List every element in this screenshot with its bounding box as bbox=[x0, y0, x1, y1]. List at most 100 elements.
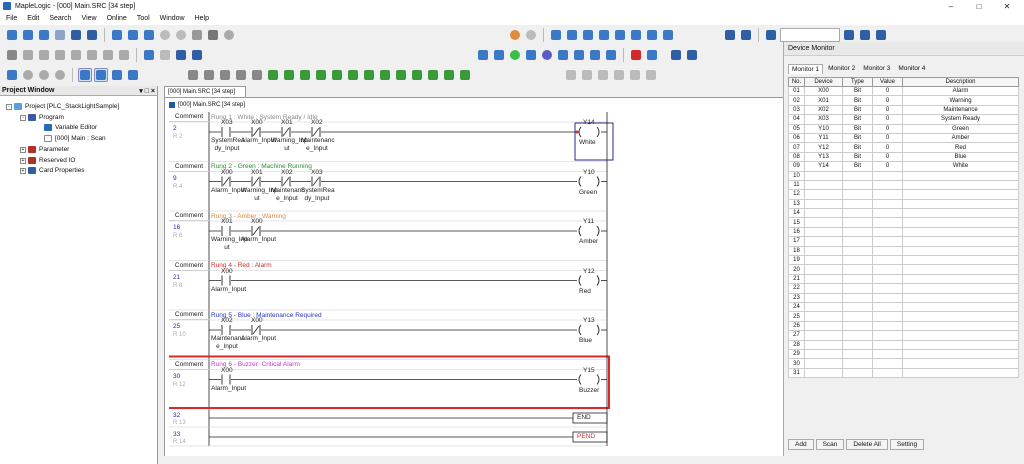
monitor-off-icon[interactable] bbox=[739, 28, 753, 42]
coil-reset-icon[interactable] bbox=[362, 68, 376, 82]
chart-icon[interactable] bbox=[524, 48, 538, 62]
table-cell[interactable]: 0 bbox=[872, 85, 903, 97]
compare-icon[interactable] bbox=[21, 48, 35, 62]
table-cell[interactable]: 21 bbox=[788, 273, 805, 285]
col-type[interactable]: Type bbox=[842, 77, 873, 87]
table-cell[interactable]: 0 bbox=[872, 104, 903, 116]
table-row[interactable]: 06 Y11 Bit 0 Amber bbox=[788, 132, 1019, 144]
table-row[interactable]: 21 bbox=[788, 273, 1019, 285]
table-cell[interactable] bbox=[842, 170, 873, 181]
table-cell[interactable] bbox=[902, 236, 1019, 247]
table-cell[interactable]: Blue bbox=[902, 151, 1019, 163]
table-cell[interactable] bbox=[842, 217, 873, 228]
bookmark-icon[interactable] bbox=[661, 28, 675, 42]
ladder-tool-2-icon[interactable] bbox=[202, 68, 216, 82]
table-cell[interactable] bbox=[804, 226, 843, 238]
table-cell[interactable]: Y13 bbox=[804, 151, 843, 163]
table-cell[interactable] bbox=[902, 339, 1019, 350]
project-window-controls[interactable]: ▾ □ × bbox=[139, 87, 155, 95]
table-cell[interactable] bbox=[902, 179, 1019, 191]
menu-tool[interactable]: Tool bbox=[137, 15, 150, 22]
table-cell[interactable]: Warning bbox=[902, 95, 1019, 106]
close-project-icon[interactable] bbox=[53, 28, 67, 42]
table-cell[interactable]: 05 bbox=[788, 123, 805, 134]
table-cell[interactable]: 06 bbox=[788, 132, 805, 144]
new-project-icon[interactable] bbox=[5, 28, 19, 42]
table-cell[interactable]: 17 bbox=[788, 236, 805, 247]
table-cell[interactable] bbox=[804, 179, 843, 191]
table-cell[interactable] bbox=[872, 198, 903, 210]
table-cell[interactable]: 22 bbox=[788, 283, 805, 294]
table-cell[interactable]: X00 bbox=[804, 85, 843, 97]
coil-set-icon[interactable] bbox=[346, 68, 360, 82]
table-cell[interactable] bbox=[842, 208, 873, 219]
table-cell[interactable]: 20 bbox=[788, 264, 805, 275]
table-cell[interactable]: Bit bbox=[842, 104, 873, 116]
goto-icon[interactable] bbox=[645, 28, 659, 42]
more-ladder-icon[interactable] bbox=[458, 68, 472, 82]
step-icon[interactable] bbox=[117, 48, 131, 62]
table-cell[interactable]: 0 bbox=[872, 95, 903, 106]
find-icon[interactable] bbox=[613, 28, 627, 42]
expand-icon[interactable]: + bbox=[20, 167, 26, 174]
cross-ref-icon[interactable] bbox=[69, 48, 83, 62]
zoom-fit-icon[interactable] bbox=[53, 68, 67, 82]
table-cell[interactable] bbox=[842, 236, 873, 247]
ladder-editor[interactable]: [000] Main.SRC [34 step] Comment Rung 1 :… bbox=[164, 97, 784, 464]
table-row[interactable]: 20 bbox=[788, 264, 1019, 275]
table-cell[interactable] bbox=[842, 339, 873, 350]
table-cell[interactable]: 25 bbox=[788, 311, 805, 322]
tab-monitor-2[interactable]: Monitor 2 bbox=[825, 64, 858, 74]
table-row[interactable]: 07 Y12 Bit 0 Red bbox=[788, 142, 1019, 153]
table-cell[interactable]: 26 bbox=[788, 320, 805, 332]
table-cell[interactable]: 04 bbox=[788, 114, 805, 125]
table-cell[interactable] bbox=[842, 292, 873, 304]
menu-file[interactable]: File bbox=[6, 15, 17, 22]
table-cell[interactable]: Red bbox=[902, 142, 1019, 153]
table-cell[interactable] bbox=[872, 320, 903, 332]
step-over-icon[interactable] bbox=[580, 68, 594, 82]
table-row[interactable]: 22 bbox=[788, 283, 1019, 294]
table-cell[interactable]: 23 bbox=[788, 292, 805, 304]
device-list-icon[interactable] bbox=[142, 48, 156, 62]
table-cell[interactable]: 0 bbox=[872, 114, 903, 125]
table-cell[interactable] bbox=[804, 292, 843, 304]
table-row[interactable]: 31 bbox=[788, 367, 1019, 379]
tab-main-src[interactable]: [000] Main.SRC [34 step] bbox=[164, 86, 246, 97]
table-cell[interactable] bbox=[872, 330, 903, 341]
table-cell[interactable]: Bit bbox=[842, 95, 873, 106]
tree-reserved-io[interactable]: + Reserved IO bbox=[20, 157, 76, 164]
ladder-tool-1-icon[interactable] bbox=[186, 68, 200, 82]
view-label-icon[interactable] bbox=[110, 68, 124, 82]
table-cell[interactable]: 0 bbox=[872, 142, 903, 153]
expand-icon[interactable]: + bbox=[20, 157, 26, 164]
table-cell[interactable]: Bit bbox=[842, 114, 873, 125]
table-cell[interactable] bbox=[804, 217, 843, 228]
table-cell[interactable] bbox=[804, 198, 843, 210]
table-cell[interactable] bbox=[902, 208, 1019, 219]
table-cell[interactable]: 09 bbox=[788, 161, 805, 172]
stop-icon[interactable] bbox=[158, 28, 172, 42]
ladder-tool-4-icon[interactable] bbox=[234, 68, 248, 82]
table-row[interactable]: 28 bbox=[788, 339, 1019, 350]
table-cell[interactable] bbox=[804, 367, 843, 379]
minimize-button[interactable]: – bbox=[938, 0, 964, 12]
table-cell[interactable] bbox=[872, 348, 903, 360]
redo-icon[interactable] bbox=[524, 28, 538, 42]
watch-icon[interactable] bbox=[628, 68, 642, 82]
menu-online[interactable]: Online bbox=[107, 15, 127, 22]
table-cell[interactable]: Maintenance bbox=[902, 104, 1019, 116]
table-cell[interactable]: Green bbox=[902, 123, 1019, 134]
table-row[interactable]: 04 X03 Bit 0 System Ready bbox=[788, 114, 1019, 125]
table-cell[interactable] bbox=[804, 245, 843, 257]
table-cell[interactable] bbox=[842, 283, 873, 294]
settings-icon[interactable] bbox=[174, 48, 188, 62]
table-cell[interactable] bbox=[872, 283, 903, 294]
table-cell[interactable] bbox=[842, 330, 873, 341]
hline-icon[interactable] bbox=[394, 68, 408, 82]
table-row[interactable]: 11 bbox=[788, 179, 1019, 191]
table-cell[interactable] bbox=[842, 348, 873, 360]
print-icon[interactable] bbox=[206, 28, 220, 42]
table-cell[interactable]: Bit bbox=[842, 123, 873, 134]
table-cell[interactable] bbox=[804, 273, 843, 285]
